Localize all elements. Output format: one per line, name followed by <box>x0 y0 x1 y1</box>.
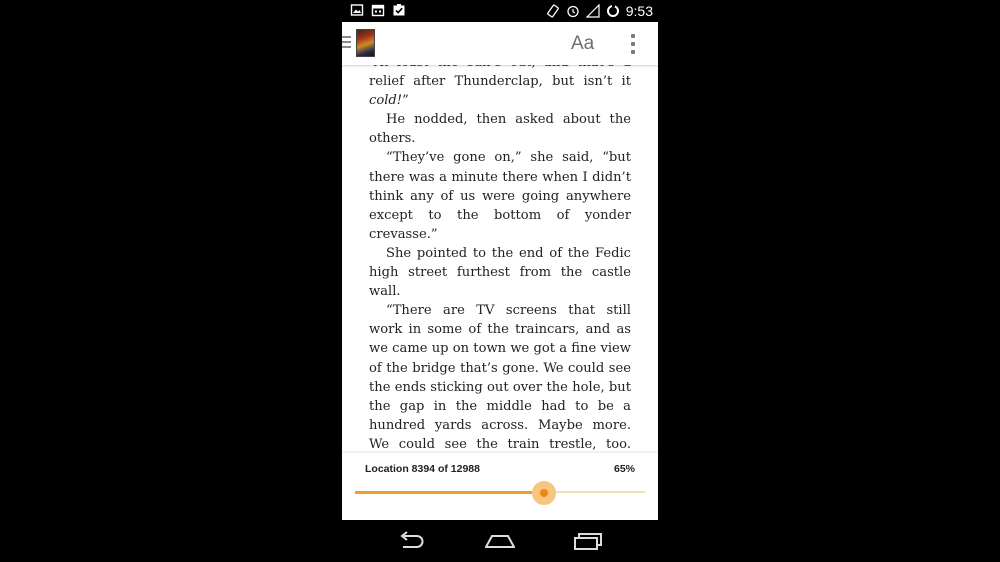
status-clock: 9:53 <box>625 3 653 19</box>
task-icon <box>393 4 405 16</box>
paragraph: “There are TV screens that still work in… <box>369 303 631 471</box>
status-bar: 9:53 <box>342 0 658 22</box>
calendar-icon <box>371 4 385 17</box>
sync-icon <box>606 4 619 17</box>
book-cover-icon[interactable] <box>356 29 375 57</box>
location-slider[interactable] <box>355 481 645 505</box>
progress-panel: Location 8394 of 12988 65% <box>342 453 658 520</box>
rotate-icon <box>546 4 559 18</box>
signal-icon <box>585 4 600 18</box>
reader-toolbar: Aa <box>342 22 658 65</box>
paragraph: He nodded, then asked about the others. <box>369 112 631 147</box>
image-icon <box>350 4 364 16</box>
location-label: Location 8394 of 12988 <box>365 463 480 475</box>
book-text[interactable]: “At least the sun’s out, and that’s a re… <box>369 53 631 473</box>
font-settings-button[interactable]: Aa <box>571 33 594 55</box>
navigation-bar <box>342 520 658 562</box>
reader-screen: Aa “At least the sun’s out, and that’s a… <box>342 22 658 520</box>
slider-fill <box>355 491 544 494</box>
recent-apps-icon[interactable] <box>573 530 603 552</box>
slider-thumb[interactable] <box>531 481 556 505</box>
hamburger-icon[interactable] <box>342 36 351 50</box>
paragraph: She pointed to the end of the Fedic high… <box>369 245 631 300</box>
overflow-menu-icon[interactable] <box>631 34 636 54</box>
phone-frame: 9:53 Aa “At least the sun’s out, and tha… <box>342 0 658 562</box>
home-icon[interactable] <box>485 530 515 552</box>
alarm-icon <box>567 5 579 18</box>
paragraph: “They’ve gone on,” she said, “but there … <box>369 150 631 242</box>
back-icon[interactable] <box>397 530 427 552</box>
percent-label: 65% <box>613 463 635 475</box>
